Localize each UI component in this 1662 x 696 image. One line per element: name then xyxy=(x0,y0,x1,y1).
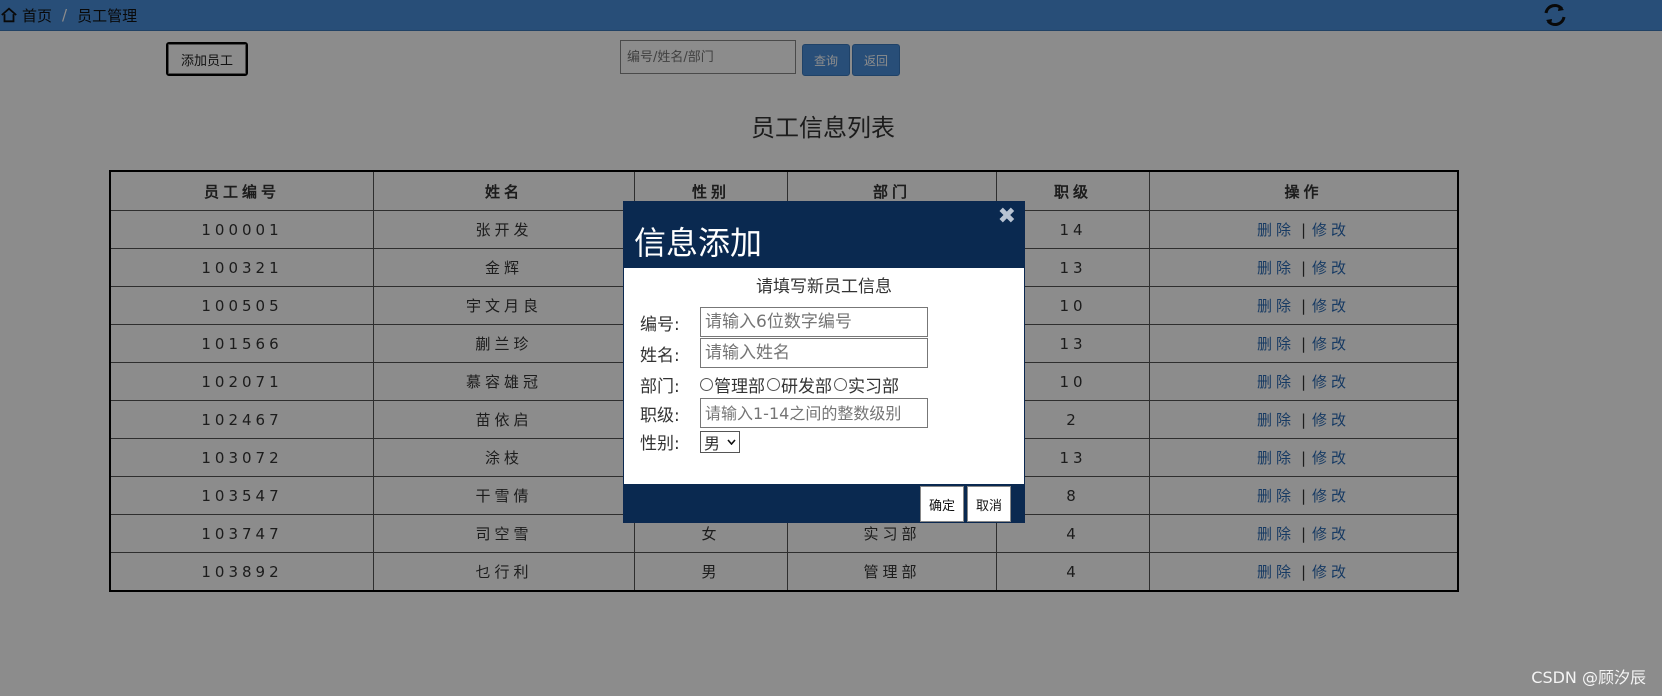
dept-option-label: 管理部 xyxy=(714,377,765,397)
dept-option-intern[interactable]: 实习部 xyxy=(834,372,899,397)
id-input[interactable] xyxy=(700,307,928,337)
name-input[interactable] xyxy=(700,338,928,368)
dept-label: 部门: xyxy=(640,377,680,397)
modal-footer: 确定 取消 xyxy=(624,484,1024,522)
radio-icon[interactable] xyxy=(700,378,713,391)
modal-header: 信息添加 ✖ xyxy=(624,202,1024,268)
level-input[interactable] xyxy=(700,398,928,428)
id-label: 编号: xyxy=(640,314,680,335)
cancel-button[interactable]: 取消 xyxy=(967,486,1011,522)
gender-row: 性别: 男 xyxy=(640,429,740,454)
modal-subtitle: 请填写新员工信息 xyxy=(756,277,892,297)
level-row: 职级: xyxy=(640,398,928,428)
name-label: 姓名: xyxy=(640,345,680,366)
dept-option-rd[interactable]: 研发部 xyxy=(767,372,832,397)
confirm-button[interactable]: 确定 xyxy=(920,486,964,522)
dept-row: 部门: 管理部 研发部 实习部 xyxy=(640,372,901,397)
radio-icon[interactable] xyxy=(767,378,780,391)
dept-option-label: 研发部 xyxy=(781,377,832,397)
add-info-modal: 信息添加 ✖ 请填写新员工信息 编号: 姓名: 部门: 管理部 研发部 实习部 … xyxy=(623,201,1025,523)
gender-select-value: 男 xyxy=(704,433,721,453)
gender-label: 性别: xyxy=(640,434,680,454)
modal-title: 信息添加 xyxy=(634,224,763,262)
name-row: 姓名: xyxy=(640,338,928,368)
dept-option-label: 实习部 xyxy=(848,377,899,397)
dept-radio-group: 管理部 研发部 实习部 xyxy=(700,372,901,397)
watermark: CSDN @顾汐辰 xyxy=(1531,668,1646,687)
close-icon[interactable]: ✖ xyxy=(998,204,1016,229)
level-label: 职级: xyxy=(640,405,680,426)
dept-option-admin[interactable]: 管理部 xyxy=(700,372,765,397)
radio-icon[interactable] xyxy=(834,378,847,391)
id-row: 编号: xyxy=(640,307,928,337)
chevron-down-icon xyxy=(727,438,736,445)
gender-select[interactable]: 男 xyxy=(700,430,740,453)
